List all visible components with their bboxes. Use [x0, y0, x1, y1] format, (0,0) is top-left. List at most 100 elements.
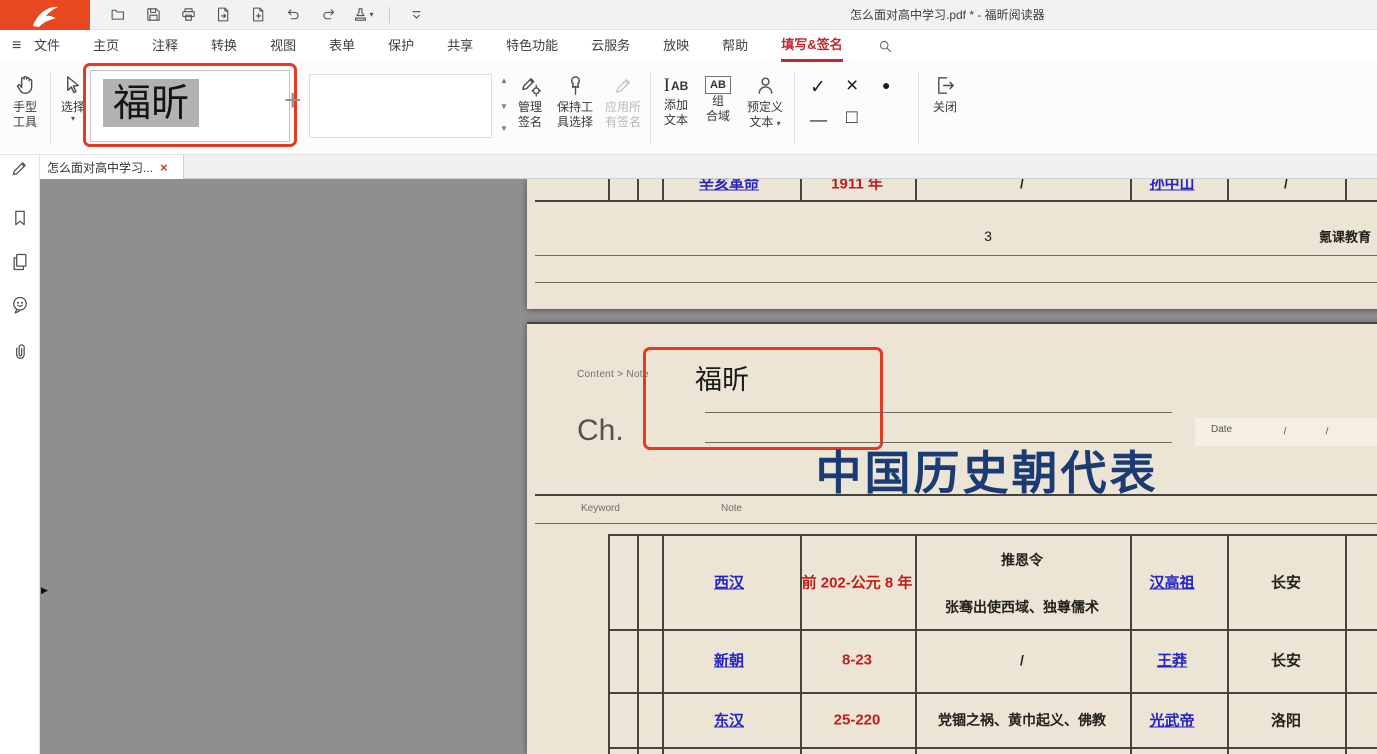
- save-button[interactable]: [141, 3, 165, 27]
- menu-file[interactable]: 文件: [34, 30, 60, 62]
- menu-cloud[interactable]: 云服务: [591, 30, 630, 62]
- ribbon-fill-sign: 手型 工具 选择 ▾ 福昕 + ▲ ▼ ▼ 管理 签名 保持工 具选择: [0, 62, 1377, 155]
- document-canvas[interactable]: 辛亥革命 1911 年 / 孙中山 / 3 氪课教育 Content > Not…: [40, 179, 1377, 754]
- menu-burger-icon[interactable]: ≡: [12, 37, 34, 55]
- search-button[interactable]: [878, 39, 893, 54]
- add-text-button[interactable]: IAB 添加 文本: [655, 74, 697, 128]
- toolbar-separator: [389, 7, 390, 23]
- checkmark-stamp-button[interactable]: ✓: [810, 76, 826, 99]
- tab-close-icon[interactable]: ×: [160, 160, 168, 175]
- close-ribbon-button[interactable]: 关闭: [922, 74, 968, 115]
- dynasty-link[interactable]: 西汉: [714, 572, 744, 593]
- stamp-icon: [352, 6, 369, 23]
- document-tabbar: 怎么面对高中学习... ×: [40, 155, 1377, 179]
- cross-stamp-button[interactable]: ×: [846, 74, 858, 98]
- hand-icon: [14, 74, 37, 97]
- menu-present[interactable]: 放映: [663, 30, 689, 62]
- date-slash: /: [1284, 427, 1287, 438]
- attachments-panel-button[interactable]: [8, 340, 32, 364]
- select-tool-button[interactable]: 选择 ▾: [54, 74, 92, 123]
- bookmark-icon: [10, 208, 30, 228]
- hand-tool-label-1: 手型: [4, 100, 46, 115]
- undo-button[interactable]: [281, 3, 305, 27]
- keep-tool-label-1: 保持工: [551, 100, 599, 115]
- annotate-panel-button[interactable]: [8, 156, 32, 180]
- menu-fill-sign-active[interactable]: 填写&签名: [781, 30, 842, 62]
- menu-features[interactable]: 特色功能: [506, 30, 558, 62]
- emperor-link[interactable]: 孙中山: [1149, 179, 1194, 194]
- comments-panel-button[interactable]: [8, 293, 32, 317]
- menu-home[interactable]: 主页: [93, 30, 119, 62]
- dash-stamp-button[interactable]: —: [810, 110, 827, 130]
- manage-signatures-label-2: 签名: [506, 115, 554, 130]
- capital-text: 长安: [1271, 572, 1301, 593]
- menu-form[interactable]: 表单: [329, 30, 355, 62]
- capital-text: 洛阳: [1271, 710, 1301, 731]
- signature-preview-box[interactable]: 福昕: [90, 70, 290, 142]
- navigation-sidebar: [0, 155, 40, 754]
- signature-gallery-box[interactable]: [309, 74, 492, 138]
- menu-help[interactable]: 帮助: [722, 30, 748, 62]
- redo-button[interactable]: [316, 3, 340, 27]
- note-text: 张骞出使西域、独尊儒术: [945, 597, 1099, 617]
- menu-view[interactable]: 视图: [270, 30, 296, 62]
- print-button[interactable]: [176, 3, 200, 27]
- pen-icon: [612, 74, 635, 97]
- breadcrumb: Content > Note: [577, 369, 649, 380]
- menu-protect[interactable]: 保护: [388, 30, 414, 62]
- document-tab[interactable]: 怎么面对高中学习... ×: [40, 155, 184, 179]
- emperor-link[interactable]: 王莽: [1157, 650, 1187, 671]
- note-label: Note: [721, 503, 742, 514]
- hand-tool-button[interactable]: 手型 工具: [4, 74, 46, 130]
- text-cursor-ab-icon: IAB: [655, 74, 697, 98]
- customize-toolbar-button[interactable]: [404, 3, 428, 27]
- add-text-label-2: 文本: [655, 113, 697, 128]
- convert-file-button[interactable]: [211, 3, 235, 27]
- document-tab-label: 怎么面对高中学习...: [47, 159, 153, 176]
- open-file-button[interactable]: [106, 3, 130, 27]
- chapter-label: Ch.: [577, 414, 624, 448]
- emperor-link[interactable]: 光武帝: [1149, 710, 1194, 731]
- predefined-text-button[interactable]: 预定义 文本 ▾: [740, 74, 790, 130]
- emperor-link[interactable]: 汉高祖: [1149, 572, 1194, 593]
- paperclip-icon: [10, 342, 30, 362]
- manage-signatures-button[interactable]: 管理 签名: [506, 74, 554, 130]
- ribbon-separator: [918, 72, 919, 144]
- keep-tool-selected-button[interactable]: 保持工 具选择: [551, 74, 599, 130]
- add-signature-button[interactable]: +: [284, 84, 302, 118]
- combine-field-button[interactable]: AB 组 合域: [698, 74, 738, 124]
- apply-all-signatures-button-disabled[interactable]: 应用所 有签名: [599, 74, 647, 130]
- pages-panel-button[interactable]: [8, 250, 32, 274]
- panel-expander-arrow[interactable]: ▶: [41, 585, 48, 596]
- undo-icon: [285, 6, 302, 23]
- square-stamp-button[interactable]: □: [846, 107, 857, 129]
- page-number: 3: [984, 228, 992, 244]
- dynasty-link[interactable]: 新朝: [714, 650, 744, 671]
- capital-text: /: [1284, 179, 1288, 191]
- titlebar: ▾ 怎么面对高中学习.pdf * - 福昕阅读器: [0, 0, 1377, 30]
- bookmarks-panel-button[interactable]: [8, 206, 32, 230]
- placed-signature-text[interactable]: 福昕: [695, 358, 749, 397]
- person-icon: [754, 74, 777, 97]
- date-label: Date: [1211, 424, 1232, 435]
- create-pdf-button[interactable]: [246, 3, 270, 27]
- select-cursor-icon: [62, 74, 85, 97]
- period-text: 8-23: [842, 652, 872, 669]
- floppy-icon: [145, 6, 162, 23]
- foxit-logo[interactable]: [0, 0, 90, 30]
- menu-comment[interactable]: 注释: [152, 30, 178, 62]
- menu-share[interactable]: 共享: [447, 30, 473, 62]
- close-label: 关闭: [922, 100, 968, 115]
- foxit-reader-window: ▾ 怎么面对高中学习.pdf * - 福昕阅读器 ≡ 文件 主页 注释 转换 视…: [0, 0, 1377, 754]
- hand-tool-label-2: 工具: [4, 115, 46, 130]
- signature-preview-text[interactable]: 福昕: [103, 79, 199, 127]
- quick-sign-button[interactable]: ▾: [351, 3, 375, 27]
- search-icon: [878, 39, 893, 54]
- page-export-icon: [215, 6, 232, 23]
- dynasty-link[interactable]: 东汉: [714, 710, 744, 731]
- ab-box-icon: AB: [698, 74, 738, 94]
- manage-signature-icon: [519, 74, 542, 97]
- dot-stamp-button[interactable]: ●: [882, 77, 890, 93]
- menu-convert[interactable]: 转换: [211, 30, 237, 62]
- dynasty-link[interactable]: 辛亥革命: [699, 179, 759, 194]
